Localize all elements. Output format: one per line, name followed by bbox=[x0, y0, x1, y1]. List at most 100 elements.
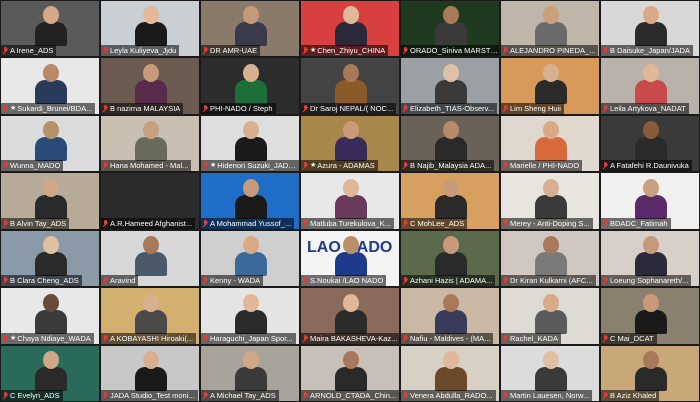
participant-video-tile[interactable]: JADA Studio_Test moni... bbox=[101, 345, 199, 401]
participant-video bbox=[135, 236, 167, 277]
participant-video-tile[interactable]: B Alvin Tay_ADS bbox=[1, 173, 99, 229]
participant-name-bar: ALEJANDRO PINEDA_... bbox=[501, 45, 599, 57]
participant-video-tile[interactable]: ★ Azura - ADAMAS bbox=[301, 115, 399, 172]
participant-name: Sukardi_Brunei/BDA... bbox=[17, 103, 93, 113]
participant-video-tile[interactable]: A Irene_ADS bbox=[1, 1, 99, 57]
participant-name: C Evelyn_ADS bbox=[10, 390, 60, 400]
participant-video-tile[interactable]: Maira BAKASHEVA-Kaz... bbox=[301, 288, 399, 344]
participant-name-bar: ★ Sukardi_Brunei/BDA... bbox=[1, 102, 96, 114]
mic-muted-icon bbox=[503, 219, 508, 227]
participant-video-tile[interactable]: A Fatafehi R.Daunivuka bbox=[601, 115, 699, 172]
participant-name: JADA Studio_Test moni... bbox=[110, 390, 195, 400]
participant-name: Loeung Sophanareth/... bbox=[610, 276, 689, 286]
participant-video-tile[interactable]: ALEJANDRO PINEDA_... bbox=[501, 1, 599, 57]
participant-video-tile[interactable]: C Evelyn_ADS bbox=[1, 345, 99, 401]
participant-video-tile[interactable]: B nazima MALAYSIA bbox=[101, 58, 199, 114]
participant-video-tile[interactable]: ORADO_Siniva MARSTE... bbox=[401, 1, 499, 57]
participant-video-tile[interactable]: Kenny - WADA bbox=[201, 230, 299, 287]
participant-video-tile[interactable]: ARNOLD_CTADA_Chin... bbox=[301, 345, 399, 401]
participant-name: B nazima MALAYSIA bbox=[110, 103, 181, 113]
mic-muted-icon bbox=[103, 219, 108, 227]
participant-video-tile[interactable]: Venera Abdulla_RADO... bbox=[401, 345, 499, 401]
participant-video-tile[interactable]: Wunna_MADO bbox=[1, 115, 99, 172]
participant-video-tile[interactable]: Dr Saroj NEPAL/( NOC... bbox=[301, 58, 399, 114]
participant-video-tile[interactable]: Marielle / PHI-NADO bbox=[501, 115, 599, 172]
participant-name-bar: C MohLee_ADS bbox=[401, 217, 468, 229]
participant-video bbox=[335, 63, 367, 104]
participant-video-tile[interactable]: B Aziz Khaled bbox=[601, 345, 699, 401]
participant-video bbox=[635, 63, 667, 104]
participant-video-tile[interactable]: Nafiu - Maldives - (MA... bbox=[401, 288, 499, 344]
mic-muted-icon bbox=[503, 391, 508, 399]
participant-video-tile[interactable]: ★ Chaya Ndiaye_WADA bbox=[1, 288, 99, 344]
participant-video-tile[interactable]: Aravind bbox=[101, 230, 199, 287]
participant-video bbox=[535, 63, 567, 104]
participant-name-bar: A Mohammad Yussof_... bbox=[201, 217, 295, 229]
participant-video-tile[interactable]: ★ Chen_Zhiyu_CHINA bbox=[301, 1, 399, 57]
participant-video-tile[interactable]: A Michael Tay_ADS bbox=[201, 345, 299, 401]
participant-name-bar: Matluba Turekulova_K... bbox=[301, 217, 394, 229]
mic-muted-icon bbox=[103, 162, 108, 169]
participant-name-bar: PHI-NADO / Steph bbox=[201, 102, 276, 114]
participant-name: Azhani Hazis | ADAMA... bbox=[410, 276, 493, 286]
participant-video-tile[interactable]: DR AMR-UAE bbox=[201, 1, 299, 57]
participant-video-tile[interactable]: Rachel_KADA bbox=[501, 288, 599, 344]
participant-name-bar: ★ Chaya Ndiaye_WADA bbox=[1, 332, 94, 344]
participant-video-tile[interactable]: B Clara Cheng_ADS bbox=[1, 230, 99, 287]
participant-video bbox=[235, 178, 267, 219]
participant-video-tile[interactable]: BDADC_Fatimah bbox=[601, 173, 699, 229]
participant-video bbox=[35, 350, 67, 391]
participant-video-tile[interactable]: Dr Kiran Kulkarni (AFC... bbox=[501, 230, 599, 287]
participant-video-tile[interactable]: LAO NADO S.Noukai /LAO NADO bbox=[301, 230, 399, 287]
participant-name: DR AMR-UAE bbox=[210, 46, 258, 56]
mic-muted-icon bbox=[203, 162, 208, 169]
participant-video-tile[interactable]: Azhani Hazis | ADAMA... bbox=[401, 230, 499, 287]
participant-video-tile[interactable]: A.R.Hameed Afghanist... bbox=[101, 173, 199, 229]
participant-video-tile[interactable]: ★ Hidenori Suzuki_JADA S... bbox=[201, 115, 299, 172]
participant-video-tile[interactable]: Matluba Turekulova_K... bbox=[301, 173, 399, 229]
participant-video-tile[interactable]: Leila Artykova_NADAT bbox=[601, 58, 699, 114]
participant-video bbox=[135, 63, 167, 104]
participant-name-bar: Elizabeth_TIAS-Observ... bbox=[401, 102, 498, 114]
participant-video-tile[interactable]: A Mohammad Yussof_... bbox=[201, 173, 299, 229]
participant-video-tile[interactable]: Lim Sheng Huii bbox=[501, 58, 599, 114]
participant-video bbox=[335, 121, 367, 162]
mic-muted-icon bbox=[203, 104, 208, 112]
participant-video-tile[interactable]: B Daisuke_Japan/JADA bbox=[601, 1, 699, 57]
mic-muted-icon bbox=[203, 277, 208, 284]
participant-name-bar: A Irene_ADS bbox=[1, 45, 57, 57]
participant-video bbox=[635, 121, 667, 162]
participant-name-bar: Maira BAKASHEVA-Kaz... bbox=[301, 332, 399, 344]
participant-video-tile[interactable]: Leyla Kuliyeva_Jjdu bbox=[101, 1, 199, 57]
participant-video-tile[interactable]: Haraguchi_Japan Spor... bbox=[201, 288, 299, 344]
participant-name-bar: B Najib_Malaysia ADA... bbox=[401, 160, 495, 172]
mic-muted-icon bbox=[3, 162, 8, 169]
participant-video-tile[interactable]: B Najib_Malaysia ADA... bbox=[401, 115, 499, 172]
participant-video-tile[interactable]: Merey - Anti-Doping S... bbox=[501, 173, 599, 229]
participant-video bbox=[235, 236, 267, 277]
participant-video-tile[interactable]: C Mai_DCAT bbox=[601, 288, 699, 344]
participant-name: Matluba Turekulova_K... bbox=[310, 218, 391, 228]
participant-video bbox=[235, 6, 267, 47]
participant-video-tile[interactable]: A KOBAYASHI Hiroaki(... bbox=[101, 288, 199, 344]
participant-name: B Aziz Khaled bbox=[610, 390, 657, 400]
participant-video-tile[interactable]: Elizabeth_TIAS-Observ... bbox=[401, 58, 499, 114]
participant-name: Haraguchi_Japan Spor... bbox=[210, 333, 293, 343]
mic-muted-icon bbox=[503, 277, 508, 284]
mic-muted-icon bbox=[3, 219, 8, 227]
participant-name-bar: ★ Hidenori Suzuki_JADA S... bbox=[201, 160, 299, 172]
participant-video-tile[interactable]: Martin Lauesen, Norw... bbox=[501, 345, 599, 401]
mic-muted-icon bbox=[503, 47, 508, 54]
mic-muted-icon bbox=[303, 219, 308, 227]
mic-muted-icon bbox=[203, 219, 208, 227]
participant-video bbox=[635, 236, 667, 277]
participant-video-tile[interactable]: PHI-NADO / Steph bbox=[201, 58, 299, 114]
mic-muted-icon bbox=[503, 104, 508, 112]
participant-video-tile[interactable]: ★ Sukardi_Brunei/BDA... bbox=[1, 58, 99, 114]
mic-muted-icon bbox=[103, 277, 108, 284]
participant-video bbox=[635, 6, 667, 47]
participant-video-tile[interactable]: Hana Mohamed - Mal... bbox=[101, 115, 199, 172]
participant-name-bar: Dr Saroj NEPAL/( NOC... bbox=[301, 102, 397, 114]
participant-video-tile[interactable]: C MohLee_ADS bbox=[401, 173, 499, 229]
participant-video-tile[interactable]: Loeung Sophanareth/... bbox=[601, 230, 699, 287]
